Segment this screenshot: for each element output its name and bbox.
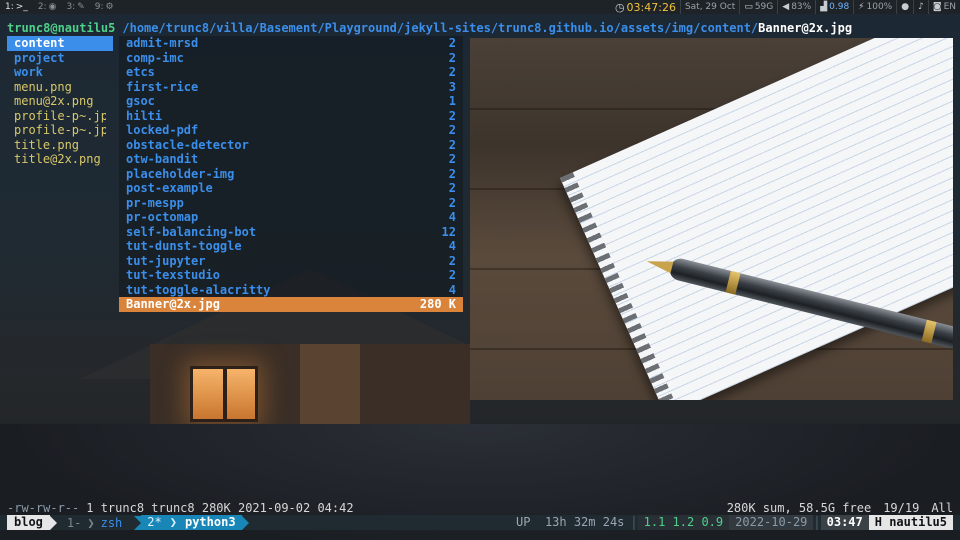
file-info: 1 trunc8 trunc8 280K 2021-09-02 04:42 <box>86 501 354 515</box>
directory-entry[interactable]: gsoc 1 <box>119 94 463 109</box>
parent-directory-column: content project work menu.png menu@2x.pn… <box>7 36 113 167</box>
chart-icon: ▟ <box>820 2 828 12</box>
directory-entry[interactable]: admit-mrsd 2 <box>119 36 463 51</box>
parent-entry[interactable]: content <box>7 36 113 51</box>
directory-entry[interactable]: etcs 2 <box>119 65 463 80</box>
uptime: UP 13h 32m 24s <box>516 515 625 529</box>
discord-icon: ◙ <box>932 2 942 12</box>
tmux-window-2[interactable]: 2* ❯ python3 <box>134 515 249 530</box>
tmux-session-name[interactable]: blog <box>7 515 50 530</box>
directory-entry[interactable]: locked-pdf 2 <box>119 123 463 138</box>
current-file-name: Banner@2x.jpg <box>758 21 853 35</box>
terminal-icon: >_ <box>15 2 28 12</box>
directory-entry[interactable]: tut-jupyter 2 <box>119 254 463 269</box>
selected-file-entry[interactable]: Banner@2x.jpg 280 K <box>119 297 463 312</box>
preview-notebook <box>560 38 953 400</box>
system-load: 1.1 1.2 0.9 <box>637 515 730 530</box>
directory-entry[interactable]: hilti 2 <box>119 109 463 124</box>
chevron-right-icon: ❯ <box>87 515 95 530</box>
speaker-icon: ◀ <box>782 2 790 12</box>
file-permissions: -rw-rw-r-- <box>7 501 80 515</box>
chevron-right-icon: ❯ <box>169 515 177 529</box>
parent-entry[interactable]: work <box>7 65 113 80</box>
file-position: 19/19 <box>883 501 920 515</box>
volume-widget[interactable]: ◀ 83% <box>777 0 815 14</box>
directory-entry[interactable]: tut-dunst-toggle 4 <box>119 239 463 254</box>
disk-summary: 280K sum, 58.5G free <box>726 501 872 515</box>
bell-icon: ♪ <box>918 2 924 12</box>
tmux-status-bar: blog 1- ❯ zsh 2* ❯ python3 UP 13h 32m 24… <box>0 515 960 530</box>
ranger-status-line: -rw-rw-r-- 1 trunc8 trunc8 280K 2021-09-… <box>7 501 953 515</box>
directory-entry[interactable]: otw-bandit 2 <box>119 152 463 167</box>
load-widget[interactable]: ▟ 0.98 <box>815 0 853 14</box>
image-preview <box>470 38 953 400</box>
directory-entry[interactable]: tut-toggle-alacritty 4 <box>119 283 463 298</box>
tmux-window-1[interactable]: 1- ❯ zsh <box>57 516 128 530</box>
keyboard-layout-widget[interactable]: ◙ EN <box>927 0 960 14</box>
directory-entry[interactable]: pr-octomap 4 <box>119 210 463 225</box>
ranger-header: trunc8@nautilu5/home/trunc8/villa/Baseme… <box>7 21 852 36</box>
disk-icon: ▭ <box>744 2 753 12</box>
workspace-1[interactable]: 1: >_ <box>0 2 33 12</box>
microphone-widget[interactable]: ● <box>896 0 913 14</box>
parent-entry[interactable]: menu.png <box>7 80 113 95</box>
parent-entry[interactable]: profile-p~.jpg <box>7 109 113 124</box>
scroll-indicator: All <box>931 501 953 515</box>
battery-plug-icon: ⚡ <box>858 2 865 12</box>
battery-widget[interactable]: ⚡ 100% <box>853 0 896 14</box>
workspace-9[interactable]: 9: ⚙ <box>90 2 119 12</box>
directory-entry[interactable]: comp-imc 2 <box>119 51 463 66</box>
parent-entry[interactable]: title.png <box>7 138 113 153</box>
directory-entry[interactable]: post-example 2 <box>119 181 463 196</box>
directory-entry[interactable]: tut-texstudio 2 <box>119 268 463 283</box>
disk-widget[interactable]: ▭ 59G <box>739 0 777 14</box>
tmux-hostname: H nautilu5 <box>868 515 953 530</box>
directory-entry[interactable]: obstacle-detector 2 <box>119 138 463 153</box>
clock-icon: ◷ <box>614 0 625 14</box>
workspace-2[interactable]: 2: ◉ <box>33 2 62 12</box>
parent-entry[interactable]: title@2x.png <box>7 152 113 167</box>
microphone-icon: ● <box>901 2 910 12</box>
ranger-file-manager: trunc8@nautilu5/home/trunc8/villa/Baseme… <box>0 21 960 515</box>
browser-icon: ◉ <box>48 2 57 12</box>
parent-entry[interactable]: project <box>7 51 113 66</box>
parent-entry[interactable]: profile-p~.jpg <box>7 123 113 138</box>
directory-entry[interactable]: pr-mespp 2 <box>119 196 463 211</box>
directory-entry[interactable]: first-rice 3 <box>119 80 463 95</box>
workspace-3[interactable]: 3: ✎ <box>61 2 89 12</box>
editor-icon: ✎ <box>77 2 85 12</box>
user-host: trunc8@nautilu5 <box>7 21 116 35</box>
clock[interactable]: ◷ 03:47:26 <box>611 0 680 14</box>
notification-widget[interactable]: ♪ <box>913 0 928 14</box>
date-widget[interactable]: Sat, 29 Oct <box>679 0 739 14</box>
current-path: /home/trunc8/villa/Basement/Playground/j… <box>122 21 759 35</box>
tmux-time: 03:47 <box>820 515 869 530</box>
powerline-arrow <box>49 515 57 530</box>
current-directory-column: admit-mrsd 2 comp-imc 2 etcs 2 first-rice 3 … <box>119 36 463 312</box>
tmux-date: 2022-10-29 <box>729 515 814 530</box>
parent-entry[interactable]: menu@2x.png <box>7 94 113 109</box>
misc-icon: ⚙ <box>105 2 114 12</box>
directory-entry[interactable]: self-balancing-bot 12 <box>119 225 463 240</box>
directory-entry[interactable]: placeholder-img 2 <box>119 167 463 182</box>
top-status-bar: 1: >_ 2: ◉ 3: ✎ 9: ⚙ ◷ 03:47:26 Sat, 29 … <box>0 0 960 14</box>
